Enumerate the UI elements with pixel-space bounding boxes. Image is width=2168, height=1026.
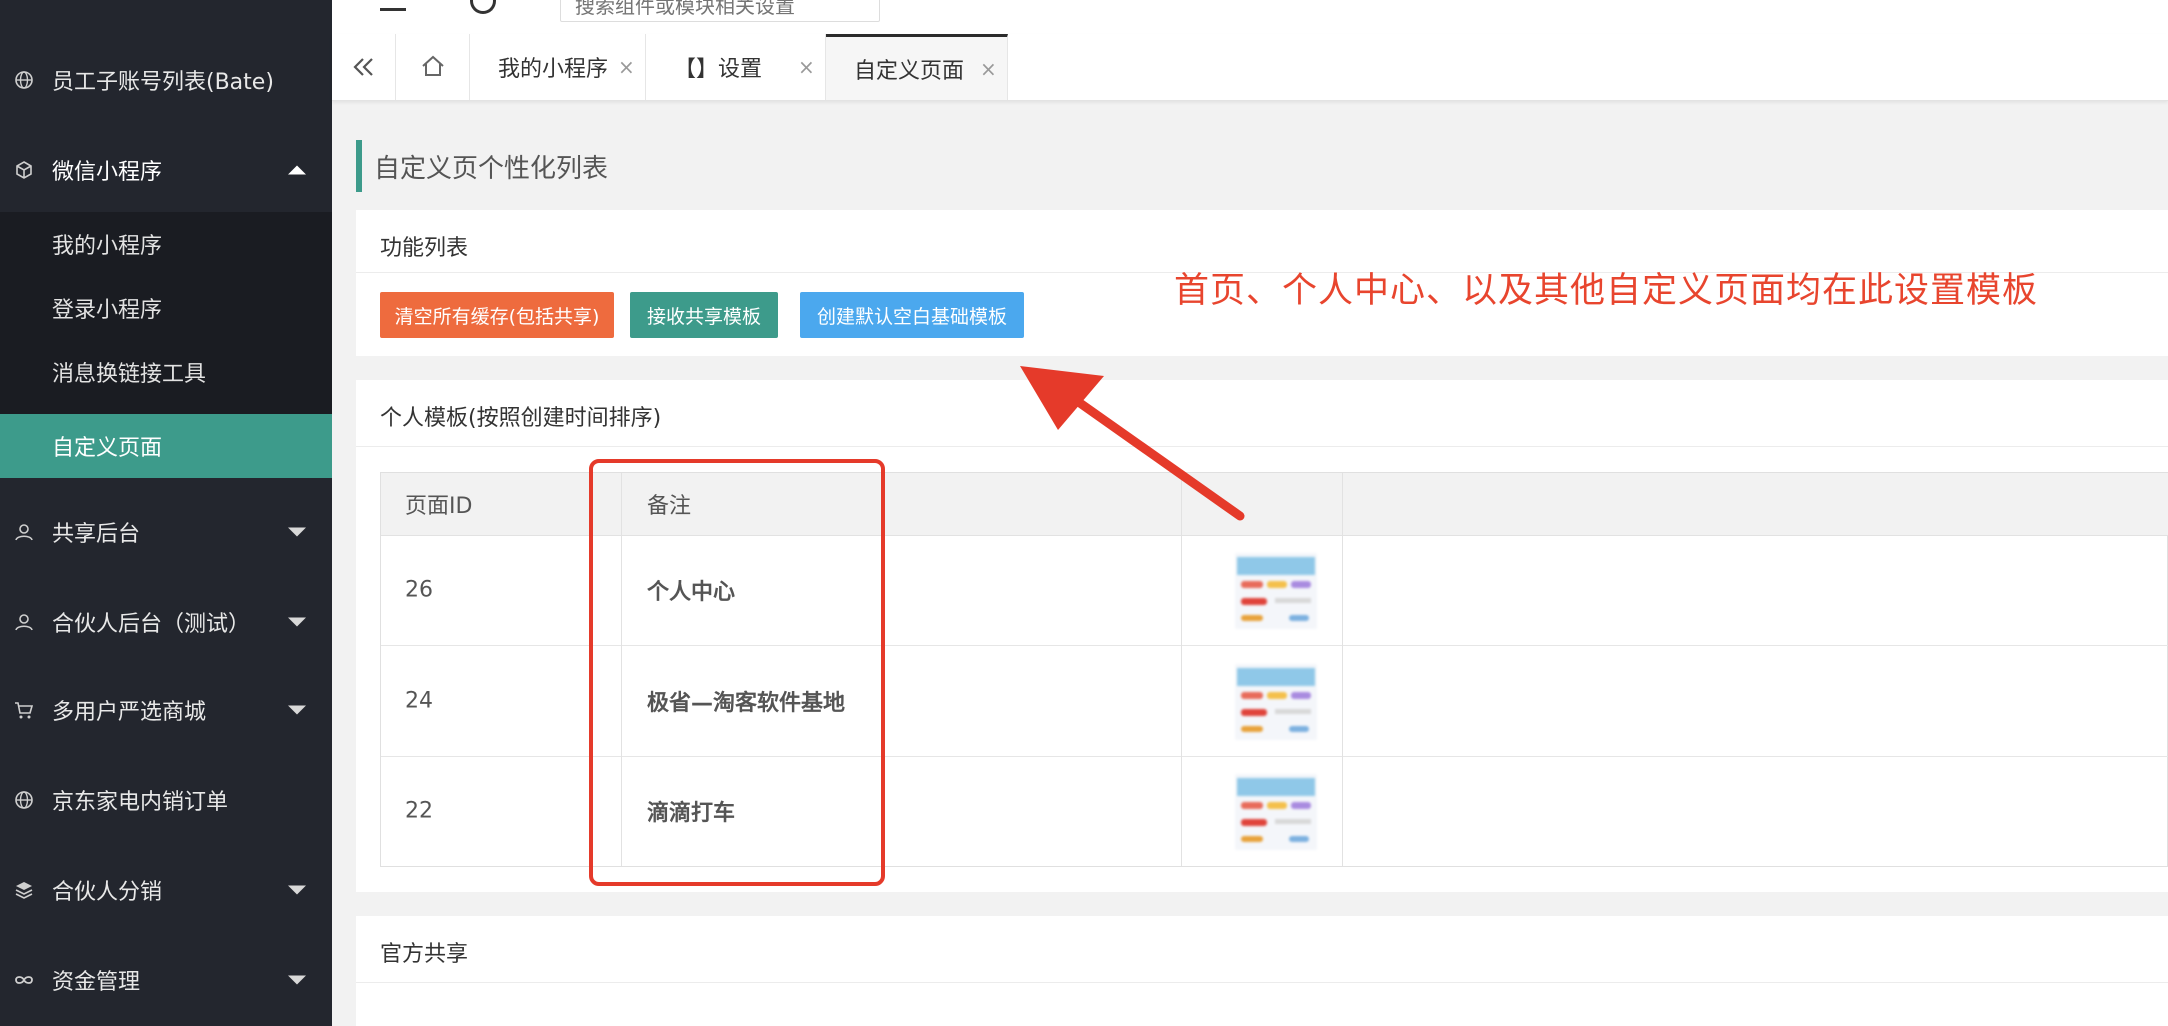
sidebar-submenu: 我的小程序 登录小程序 消息换链接工具 自定义页面 bbox=[0, 212, 332, 478]
card-title: 功能列表 bbox=[380, 236, 469, 261]
annotation-arrow-icon bbox=[1020, 366, 1245, 521]
menu-toggle-icon[interactable] bbox=[380, 0, 406, 11]
sidebar-item-label: 员工子账号列表(Bate) bbox=[52, 70, 274, 95]
globe-icon bbox=[15, 791, 33, 809]
sidebar-item-multi-user-mall[interactable]: 多用户严选商城 bbox=[0, 674, 332, 746]
search-input[interactable] bbox=[560, 0, 880, 22]
page-id: 24 bbox=[405, 688, 433, 714]
create-blank-template-button[interactable]: 创建默认空白基础模板 bbox=[800, 292, 1024, 338]
home-icon bbox=[422, 55, 444, 76]
tab-label: 【】设置 bbox=[674, 57, 763, 82]
page-id: 22 bbox=[405, 798, 433, 824]
close-icon[interactable]: × bbox=[980, 57, 997, 81]
tab-settings[interactable]: 【】设置 × bbox=[646, 34, 826, 100]
card-title: 个人模板(按照创建时间排序) bbox=[380, 406, 662, 431]
sidebar-item-partner-distribution[interactable]: 合伙人分销 bbox=[0, 854, 332, 926]
cube-icon bbox=[16, 161, 32, 179]
chevron-down-icon bbox=[288, 885, 306, 895]
chevron-down-icon bbox=[288, 975, 306, 985]
sidebar-item-label: 京东家电内销订单 bbox=[52, 790, 229, 815]
sidebar-subitem-my-miniprogram[interactable]: 我的小程序 bbox=[0, 212, 332, 276]
user-icon bbox=[15, 614, 33, 631]
refresh-icon[interactable] bbox=[470, 0, 496, 14]
sidebar-item-partner-backend[interactable]: 合伙人后台（测试） bbox=[0, 586, 332, 658]
chevron-down-icon bbox=[288, 705, 306, 715]
sidebar-item-label: 共享后台 bbox=[52, 522, 141, 547]
sidebar-item-label: 资金管理 bbox=[52, 970, 141, 995]
tab-label: 自定义页面 bbox=[854, 58, 965, 84]
cart-icon bbox=[15, 702, 34, 719]
sidebar-item-jd-orders[interactable]: 京东家电内销订单 bbox=[0, 764, 332, 836]
tab-label: 我的小程序 bbox=[498, 57, 609, 82]
column-header: 页面ID bbox=[405, 494, 473, 519]
highlight-box bbox=[589, 459, 885, 886]
user-icon bbox=[15, 524, 33, 541]
page-id: 26 bbox=[405, 577, 433, 603]
top-header bbox=[332, 0, 2168, 35]
layers-icon bbox=[15, 882, 33, 899]
tab-home[interactable] bbox=[396, 34, 470, 100]
divider bbox=[356, 446, 2168, 447]
sidebar-item-label: 合伙人分销 bbox=[52, 880, 163, 905]
globe-icon bbox=[15, 71, 33, 89]
template-thumbnail[interactable] bbox=[1235, 553, 1317, 629]
sidebar-subitem-custom-page[interactable]: 自定义页面 bbox=[0, 414, 332, 478]
tabs-scroll-left-button[interactable] bbox=[332, 34, 396, 100]
template-thumbnail[interactable] bbox=[1235, 664, 1317, 740]
sidebar-item-employee-accounts[interactable]: 员工子账号列表(Bate) bbox=[0, 44, 332, 116]
sidebar-subitem-label: 登录小程序 bbox=[52, 298, 163, 323]
divider bbox=[356, 982, 2168, 983]
card-title: 官方共享 bbox=[380, 942, 469, 967]
template-thumbnail[interactable] bbox=[1235, 774, 1317, 850]
chevron-down-icon bbox=[288, 617, 306, 627]
sidebar-item-label: 合伙人后台（测试） bbox=[52, 612, 251, 637]
sidebar-item-fund-management[interactable]: 资金管理 bbox=[0, 944, 332, 1016]
page-title: 自定义页个性化列表 bbox=[356, 140, 608, 192]
sidebar-item-label: 微信小程序 bbox=[52, 160, 163, 185]
sidebar-subitem-label: 自定义页面 bbox=[52, 436, 163, 461]
sidebar-item-shared-backend[interactable]: 共享后台 bbox=[0, 496, 332, 568]
sidebar-subitem-login-miniprogram[interactable]: 登录小程序 bbox=[0, 276, 332, 340]
tab-custom-page[interactable]: 自定义页面 × bbox=[826, 34, 1008, 100]
close-icon[interactable]: × bbox=[618, 55, 635, 79]
annotation-text: 首页、个人中心、以及其他自定义页面均在此设置模板 bbox=[1174, 271, 2039, 311]
receive-shared-template-button[interactable]: 接收共享模板 bbox=[630, 292, 778, 338]
sidebar-item-wechat-miniprogram[interactable]: 微信小程序 bbox=[0, 134, 332, 206]
sidebar-subitem-link-tool[interactable]: 消息换链接工具 bbox=[0, 340, 332, 404]
sidebar-subitem-label: 我的小程序 bbox=[52, 234, 163, 259]
link-icon bbox=[15, 976, 33, 984]
tab-my-miniprogram[interactable]: 我的小程序 × bbox=[470, 34, 646, 100]
chevron-up-icon bbox=[288, 165, 306, 175]
double-chevron-left-icon bbox=[353, 58, 373, 76]
official-share-card: 官方共享 bbox=[356, 916, 2168, 1026]
clear-cache-button[interactable]: 清空所有缓存(包括共享) bbox=[380, 292, 614, 338]
close-icon[interactable]: × bbox=[798, 55, 815, 79]
column-divider bbox=[1342, 473, 1343, 866]
sidebar-subitem-label: 消息换链接工具 bbox=[52, 362, 207, 387]
sidebar: 员工子账号列表(Bate) 微信小程序 我的小程序 登录小程序 消息换链接工具 … bbox=[0, 0, 332, 1026]
column-divider bbox=[1181, 473, 1182, 866]
sidebar-item-label: 多用户严选商城 bbox=[52, 700, 207, 725]
tab-bar: 我的小程序 × 【】设置 × 自定义页面 × bbox=[332, 34, 2168, 101]
chevron-down-icon bbox=[288, 527, 306, 537]
